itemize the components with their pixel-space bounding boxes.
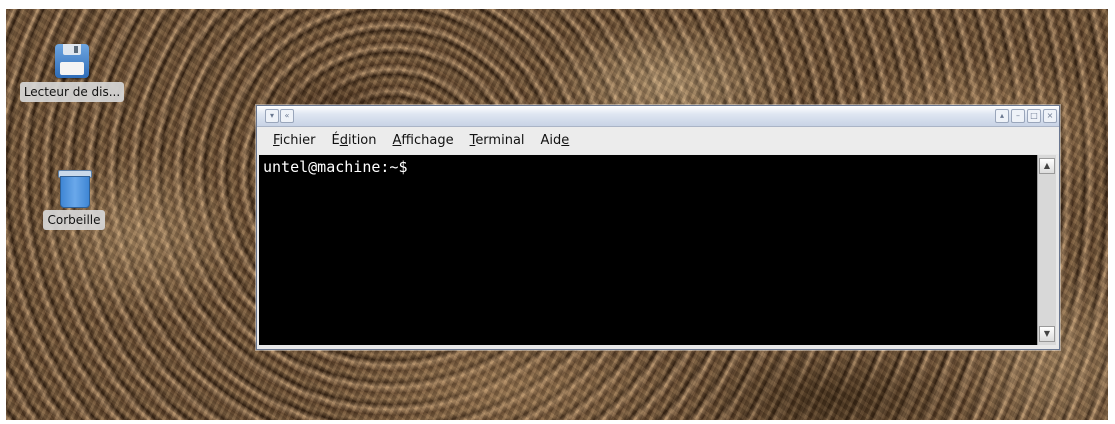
- window-titlebar[interactable]: ▾ « ▴ – □ ×: [257, 106, 1059, 127]
- menu-affichage[interactable]: Affichage: [393, 133, 454, 148]
- menu-terminal[interactable]: Terminal: [470, 133, 525, 148]
- pin-icon[interactable]: «: [280, 109, 294, 123]
- desktop-icon-trash[interactable]: Corbeille: [38, 170, 110, 230]
- minimize-icon[interactable]: –: [1011, 109, 1025, 123]
- menu-bar: Fichier Édition Affichage Terminal Aide: [257, 127, 1059, 154]
- desktop-icon-label: Lecteur de dis...: [19, 82, 125, 102]
- floppy-disk-icon: [55, 44, 89, 78]
- shade-icon[interactable]: ▴: [995, 109, 1009, 123]
- menu-edition[interactable]: Édition: [332, 133, 377, 148]
- desktop-icon-floppy-drive[interactable]: Lecteur de dis...: [12, 44, 132, 102]
- terminal-window[interactable]: ▾ « ▴ – □ × Fichier Édition Affichage Te…: [256, 105, 1060, 350]
- desktop-icon-label: Corbeille: [43, 210, 105, 230]
- vertical-scrollbar[interactable]: ▲ ▼: [1037, 155, 1056, 345]
- trash-icon: [57, 170, 92, 208]
- maximize-icon[interactable]: □: [1027, 109, 1041, 123]
- menu-fichier[interactable]: Fichier: [273, 133, 316, 148]
- scroll-up-icon[interactable]: ▲: [1039, 158, 1055, 174]
- close-icon[interactable]: ×: [1043, 109, 1057, 123]
- menu-aide[interactable]: Aide: [541, 133, 570, 148]
- terminal-output[interactable]: untel@machine:~$: [259, 155, 1037, 345]
- shell-prompt: untel@machine:~$: [263, 158, 408, 176]
- window-menu-icon[interactable]: ▾: [265, 109, 279, 123]
- scroll-down-icon[interactable]: ▼: [1039, 326, 1055, 342]
